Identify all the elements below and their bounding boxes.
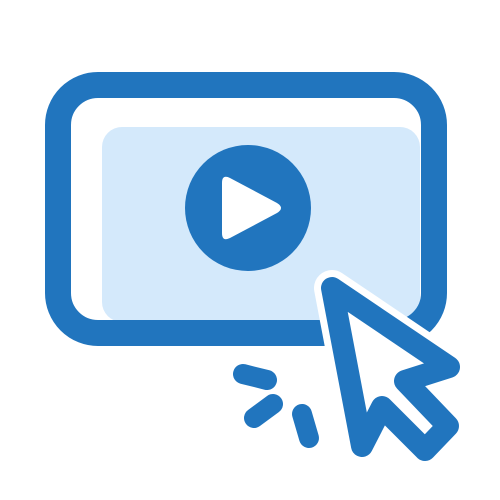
click-line-top (233, 364, 277, 390)
video-click-icon (45, 72, 467, 468)
click-lines-icon (233, 364, 319, 448)
click-line-bottom (292, 404, 319, 448)
icon-canvas (0, 0, 500, 500)
click-line-middle (244, 394, 283, 428)
play-button-icon (185, 145, 311, 271)
